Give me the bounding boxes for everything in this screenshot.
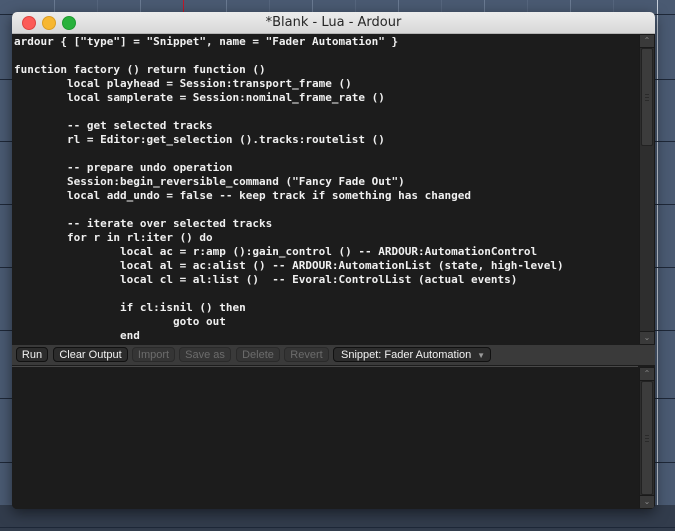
- code-line: local samplerate = Session:nominal_frame…: [14, 91, 385, 104]
- script-code[interactable]: ardour { ["type"] = "Snippet", name = "F…: [12, 34, 638, 343]
- script-editor[interactable]: ardour { ["type"] = "Snippet", name = "F…: [12, 34, 638, 345]
- code-line: rl = Editor:get_selection ().tracks:rout…: [14, 133, 385, 146]
- scroll-thumb[interactable]: [641, 381, 653, 495]
- track-divider: [0, 527, 675, 528]
- code-line: ardour { ["type"] = "Snippet", name = "F…: [14, 35, 399, 48]
- scroll-up-icon[interactable]: ⌃: [640, 368, 654, 381]
- grip-icon: [645, 435, 649, 442]
- code-line: Session:begin_reversible_command ("Fancy…: [14, 175, 405, 188]
- title-bar[interactable]: *Blank - Lua - Ardour: [12, 12, 655, 34]
- code-line: -- prepare undo operation: [14, 161, 233, 174]
- chevron-down-icon: ▼: [477, 351, 485, 360]
- scroll-up-icon[interactable]: ⌃: [640, 35, 654, 48]
- grip-icon: [645, 94, 649, 101]
- action-toolbar: Run Clear Output Import Save as Delete R…: [12, 345, 655, 365]
- run-button[interactable]: Run: [16, 347, 48, 362]
- code-line: if cl:isnil () then: [14, 301, 246, 314]
- lua-window: *Blank - Lua - Ardour ardour { ["type"] …: [12, 12, 655, 509]
- code-line: -- get selected tracks: [14, 119, 213, 132]
- snippet-dropdown[interactable]: Snippet: Fader Automation ▼: [333, 347, 491, 362]
- code-line: local cl = al:list () -- Evoral:ControlL…: [14, 273, 518, 286]
- import-button[interactable]: Import: [132, 347, 175, 362]
- scroll-thumb[interactable]: [641, 48, 653, 146]
- code-line: local al = ac:alist () -- ARDOUR:Automat…: [14, 259, 564, 272]
- code-line: local ac = r:amp ():gain_control () -- A…: [14, 245, 538, 258]
- window-title: *Blank - Lua - Ardour: [265, 15, 402, 30]
- scroll-down-icon[interactable]: ⌄: [640, 495, 654, 508]
- code-line: end: [14, 329, 140, 342]
- scroll-down-icon[interactable]: ⌄: [640, 331, 654, 344]
- code-line: -- iterate over selected tracks: [14, 217, 273, 230]
- code-line: local add_undo = false -- keep track if …: [14, 189, 471, 202]
- code-line: function factory () return function (): [14, 63, 266, 76]
- save-as-button[interactable]: Save as: [179, 347, 231, 362]
- editor-scrollbar[interactable]: ⌃ ⌄: [639, 34, 655, 345]
- code-line: for r in rl:iter () do: [14, 231, 213, 244]
- code-line: goto out: [14, 315, 226, 328]
- delete-button[interactable]: Delete: [236, 347, 280, 362]
- output-scrollbar[interactable]: ⌃ ⌄: [639, 367, 655, 509]
- clear-output-button[interactable]: Clear Output: [53, 347, 128, 362]
- output-console: [12, 366, 638, 509]
- code-line: local playhead = Session:transport_frame…: [14, 77, 352, 90]
- revert-button[interactable]: Revert: [284, 347, 329, 362]
- snippet-selected-value: Snippet: Fader Automation: [341, 349, 472, 361]
